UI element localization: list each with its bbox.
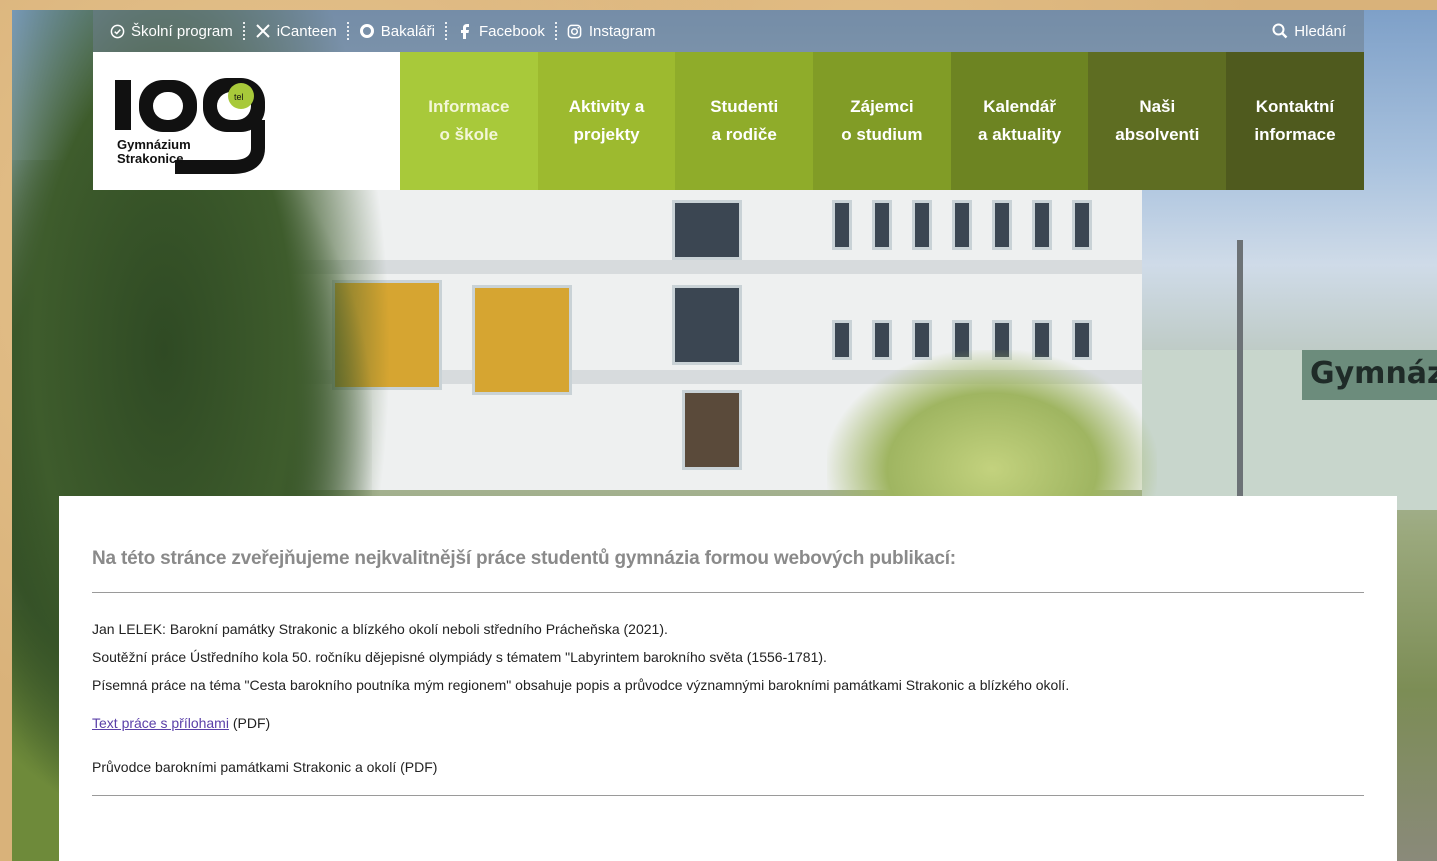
page-heading: Na této stránce zveřejňujeme nejkvalitně… (92, 548, 1364, 593)
guide-pdf-row: Průvodce barokními památkami Strakonic a… (92, 759, 1364, 796)
logo-text-line2: Strakonice (117, 151, 184, 166)
publication-description: Jan LELEK: Barokní památky Strakonic a b… (92, 615, 1364, 699)
instagram-icon (567, 23, 583, 39)
building-sign: Gymnáz (1302, 350, 1437, 400)
separator (554, 22, 557, 40)
logo-text: Gymnázium Strakonice (117, 138, 191, 166)
main-nav: Informace o škole Aktivity a projekty Stud… (400, 52, 1364, 190)
nav-label-line2: a rodiče (711, 125, 777, 144)
topbar-link-label: Bakaláři (380, 22, 435, 40)
nav-label-line1: Informace (428, 97, 510, 116)
nav-item-informace-o-skole[interactable]: Informace o škole (400, 52, 538, 190)
nav-item-kontaktni-informace[interactable]: Kontaktní informace (1226, 52, 1364, 190)
nav-label-line2: projekty (573, 125, 640, 144)
nav-label-line2: a aktuality (978, 125, 1062, 144)
description-line: Soutěžní práce Ústředního kola 50. roční… (92, 649, 827, 665)
logo-text-line1: Gymnázium (117, 137, 191, 152)
search-icon (1272, 23, 1288, 39)
topbar-link-instagram[interactable]: Instagram (561, 23, 662, 40)
nav-item-kalendar-a-aktuality[interactable]: Kalendář a aktuality (950, 52, 1089, 190)
topbar-link-label: iCanteen (276, 22, 337, 40)
topbar-link-facebook[interactable]: Facebook (451, 23, 551, 40)
cutlery-icon (255, 23, 271, 39)
nav-label-line2: informace (1254, 125, 1336, 144)
pdf-link-row: Text práce s přílohami (PDF) (92, 715, 1364, 731)
search-button[interactable]: Hledání (1266, 23, 1364, 40)
topbar-link-icanteen[interactable]: iCanteen (249, 23, 343, 40)
topbar-link-skolni-program[interactable]: Školní program (93, 23, 239, 40)
nav-item-zajemci-o-studium[interactable]: Zájemci o studium (813, 52, 951, 190)
nav-label-line2: o škole (439, 125, 499, 144)
nav-item-studenti-a-rodice[interactable]: Studenti a rodiče (675, 52, 814, 190)
topbar-link-label: Školní program (131, 22, 233, 40)
street-lamp (1237, 240, 1243, 510)
separator (444, 22, 447, 40)
separator (242, 22, 245, 40)
text-prace-pdf-link[interactable]: Text práce s přílohami (92, 715, 229, 731)
nav-item-aktivity-a-projekty[interactable]: Aktivity a projekty (537, 52, 676, 190)
nav-label-line1: Kalendář (983, 97, 1056, 116)
pdf-suffix: (PDF) (228, 715, 271, 731)
topbar-link-label: Instagram (588, 22, 656, 40)
clock-check-icon (109, 23, 125, 39)
nav-label-line1: Zájemci (850, 97, 914, 116)
bakalari-icon (359, 23, 375, 39)
nav-label-line1: Naši (1139, 97, 1176, 116)
nav-label-line1: Kontaktní (1255, 97, 1335, 116)
top-utility-bar: Školní program iCanteen Bakaláři Faceboo… (93, 10, 1364, 52)
nav-label-line2: absolventi (1115, 125, 1200, 144)
content-card: Na této stránce zveřejňujeme nejkvalitně… (59, 496, 1397, 861)
nav-label-line1: Studenti (710, 97, 779, 116)
nav-label-line1: Aktivity a (568, 97, 645, 116)
school-logo[interactable]: tel Gymnázium Strakonice (93, 52, 400, 190)
logo-badge: tel (234, 92, 244, 102)
topbar-link-label: Facebook (478, 22, 545, 40)
ornamental-grass (827, 350, 1157, 520)
description-line: Jan LELEK: Barokní památky Strakonic a b… (92, 621, 668, 637)
nav-label-line2: o studium (841, 125, 923, 144)
facebook-icon (457, 23, 473, 39)
description-line: Písemná práce na téma "Cesta barokního p… (92, 677, 1070, 693)
side-building: Gymnáz (1142, 350, 1437, 510)
separator (346, 22, 349, 40)
topbar-link-bakalari[interactable]: Bakaláři (353, 23, 441, 40)
search-label: Hledání (1294, 22, 1346, 40)
nav-item-nasi-absolventi[interactable]: Naši absolventi (1088, 52, 1227, 190)
